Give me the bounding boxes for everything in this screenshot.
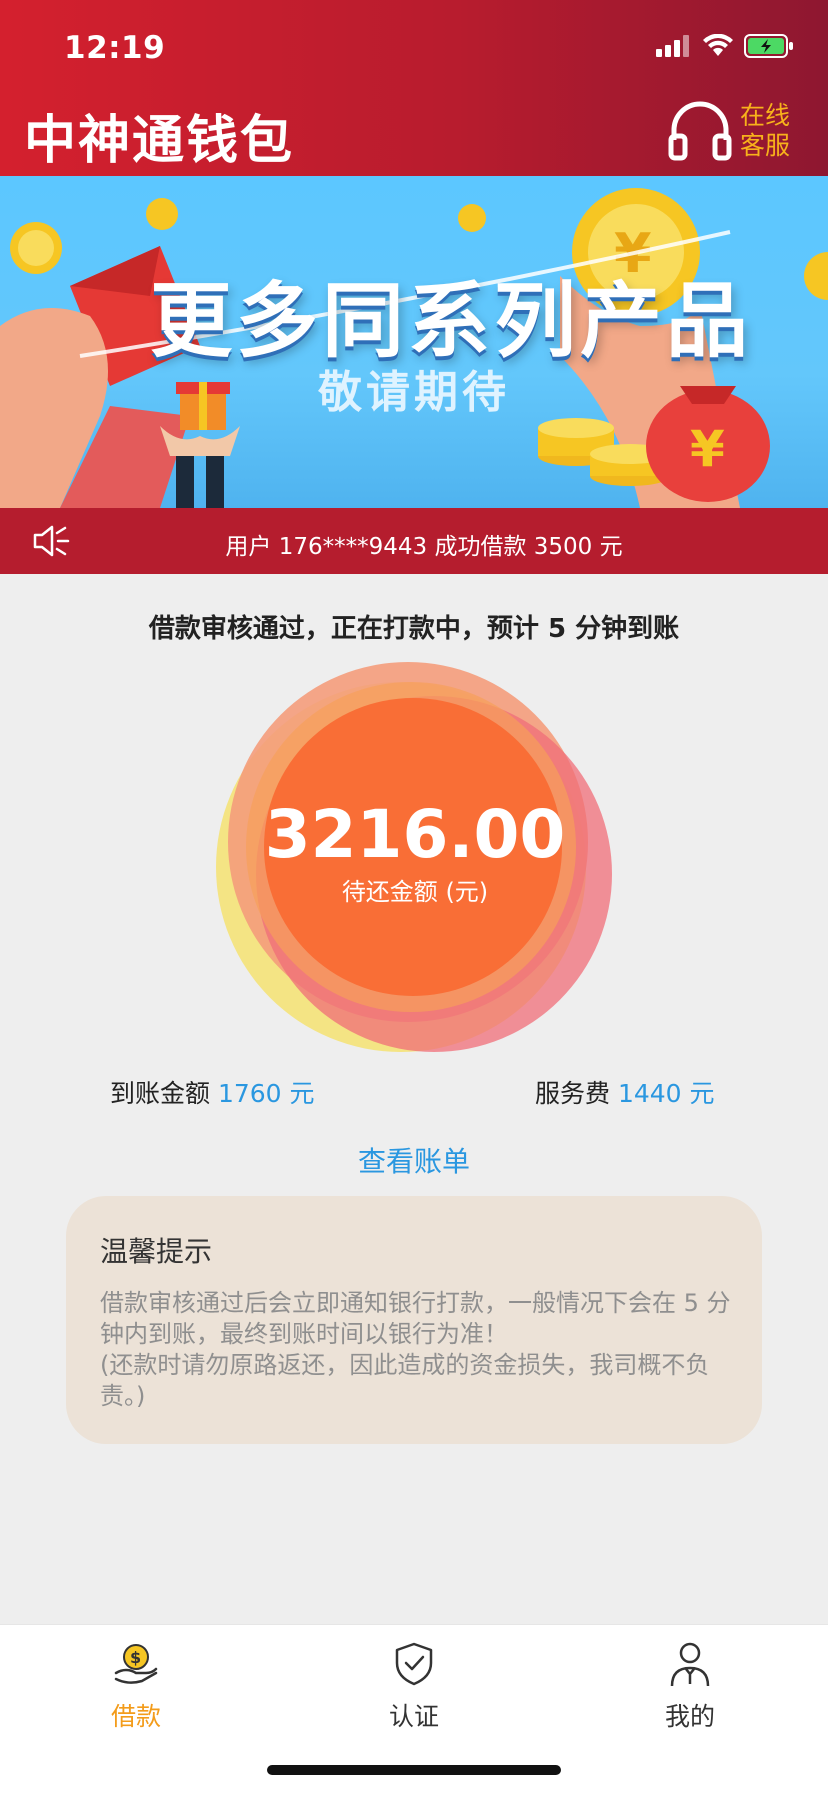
fee-label: 服务费 <box>535 1079 611 1108</box>
service-fee: 服务费 1440 元 <box>535 1074 715 1110</box>
tips-body: 借款审核通过后会立即通知银行打款，一般情况下会在 5 分钟内到账，最终到账时间以… <box>100 1289 731 1410</box>
tips-card: 温馨提示 借款审核通过后会立即通知银行打款，一般情况下会在 5 分钟内到账，最终… <box>66 1196 762 1444</box>
received-label: 到账金额 <box>110 1079 211 1108</box>
fee-value: 1440 元 <box>617 1079 715 1108</box>
headset-icon <box>668 101 732 161</box>
promo-banner[interactable]: ¥ ¥ ¥ 更多同系列产品 敬请期待 <box>0 176 828 508</box>
notice-text: 用户 176****9443 成功借款 3500 元 <box>225 534 623 560</box>
tab-auth[interactable]: 认证 <box>334 1639 494 1733</box>
amount-circle: 3216.00 待还金额 (元) <box>210 658 620 1068</box>
app-header: 12:19 中神通钱包 在线客服 <box>0 0 828 176</box>
bottom-tabbar: $ 借款 认证 我的 <box>0 1624 828 1793</box>
svg-text:$: $ <box>130 1648 141 1667</box>
status-icons <box>656 34 794 58</box>
tab-mine[interactable]: 我的 <box>610 1639 770 1733</box>
view-bill-link[interactable]: 查看账单 <box>0 1140 828 1180</box>
app-title: 中神通钱包 <box>24 111 295 171</box>
repay-amount-label: 待还金额 (元) <box>341 878 489 906</box>
tab-auth-label: 认证 <box>388 1702 439 1731</box>
tab-loan[interactable]: $ 借款 <box>56 1639 216 1733</box>
received-amount: 到账金额 1760 元 <box>110 1074 315 1110</box>
banner-subtitle: 敬请期待 <box>318 367 510 418</box>
svg-text:¥: ¥ <box>690 420 725 478</box>
received-value: 1760 元 <box>217 1079 315 1108</box>
signal-icon <box>656 35 689 57</box>
tab-mine-label: 我的 <box>664 1702 715 1731</box>
online-service-button[interactable]: 在线客服 <box>668 100 794 162</box>
wifi-icon <box>703 34 733 56</box>
home-indicator <box>267 1765 561 1775</box>
shield-check-icon <box>395 1642 433 1686</box>
notice-bar: 用户 176****9443 成功借款 3500 元 <box>0 508 828 574</box>
loan-status-message: 借款审核通过，正在打款中，预计 5 分钟到账 <box>148 614 680 644</box>
tips-title: 温馨提示 <box>100 1235 213 1268</box>
battery-icon <box>744 34 793 58</box>
tab-loan-label: 借款 <box>110 1702 161 1731</box>
repay-amount: 3216.00 <box>264 796 566 873</box>
person-icon <box>670 1642 710 1687</box>
online-service-label: 在线客服 <box>740 101 791 160</box>
status-time: 12:19 <box>64 30 166 66</box>
money-hand-icon: $ <box>114 1644 158 1684</box>
